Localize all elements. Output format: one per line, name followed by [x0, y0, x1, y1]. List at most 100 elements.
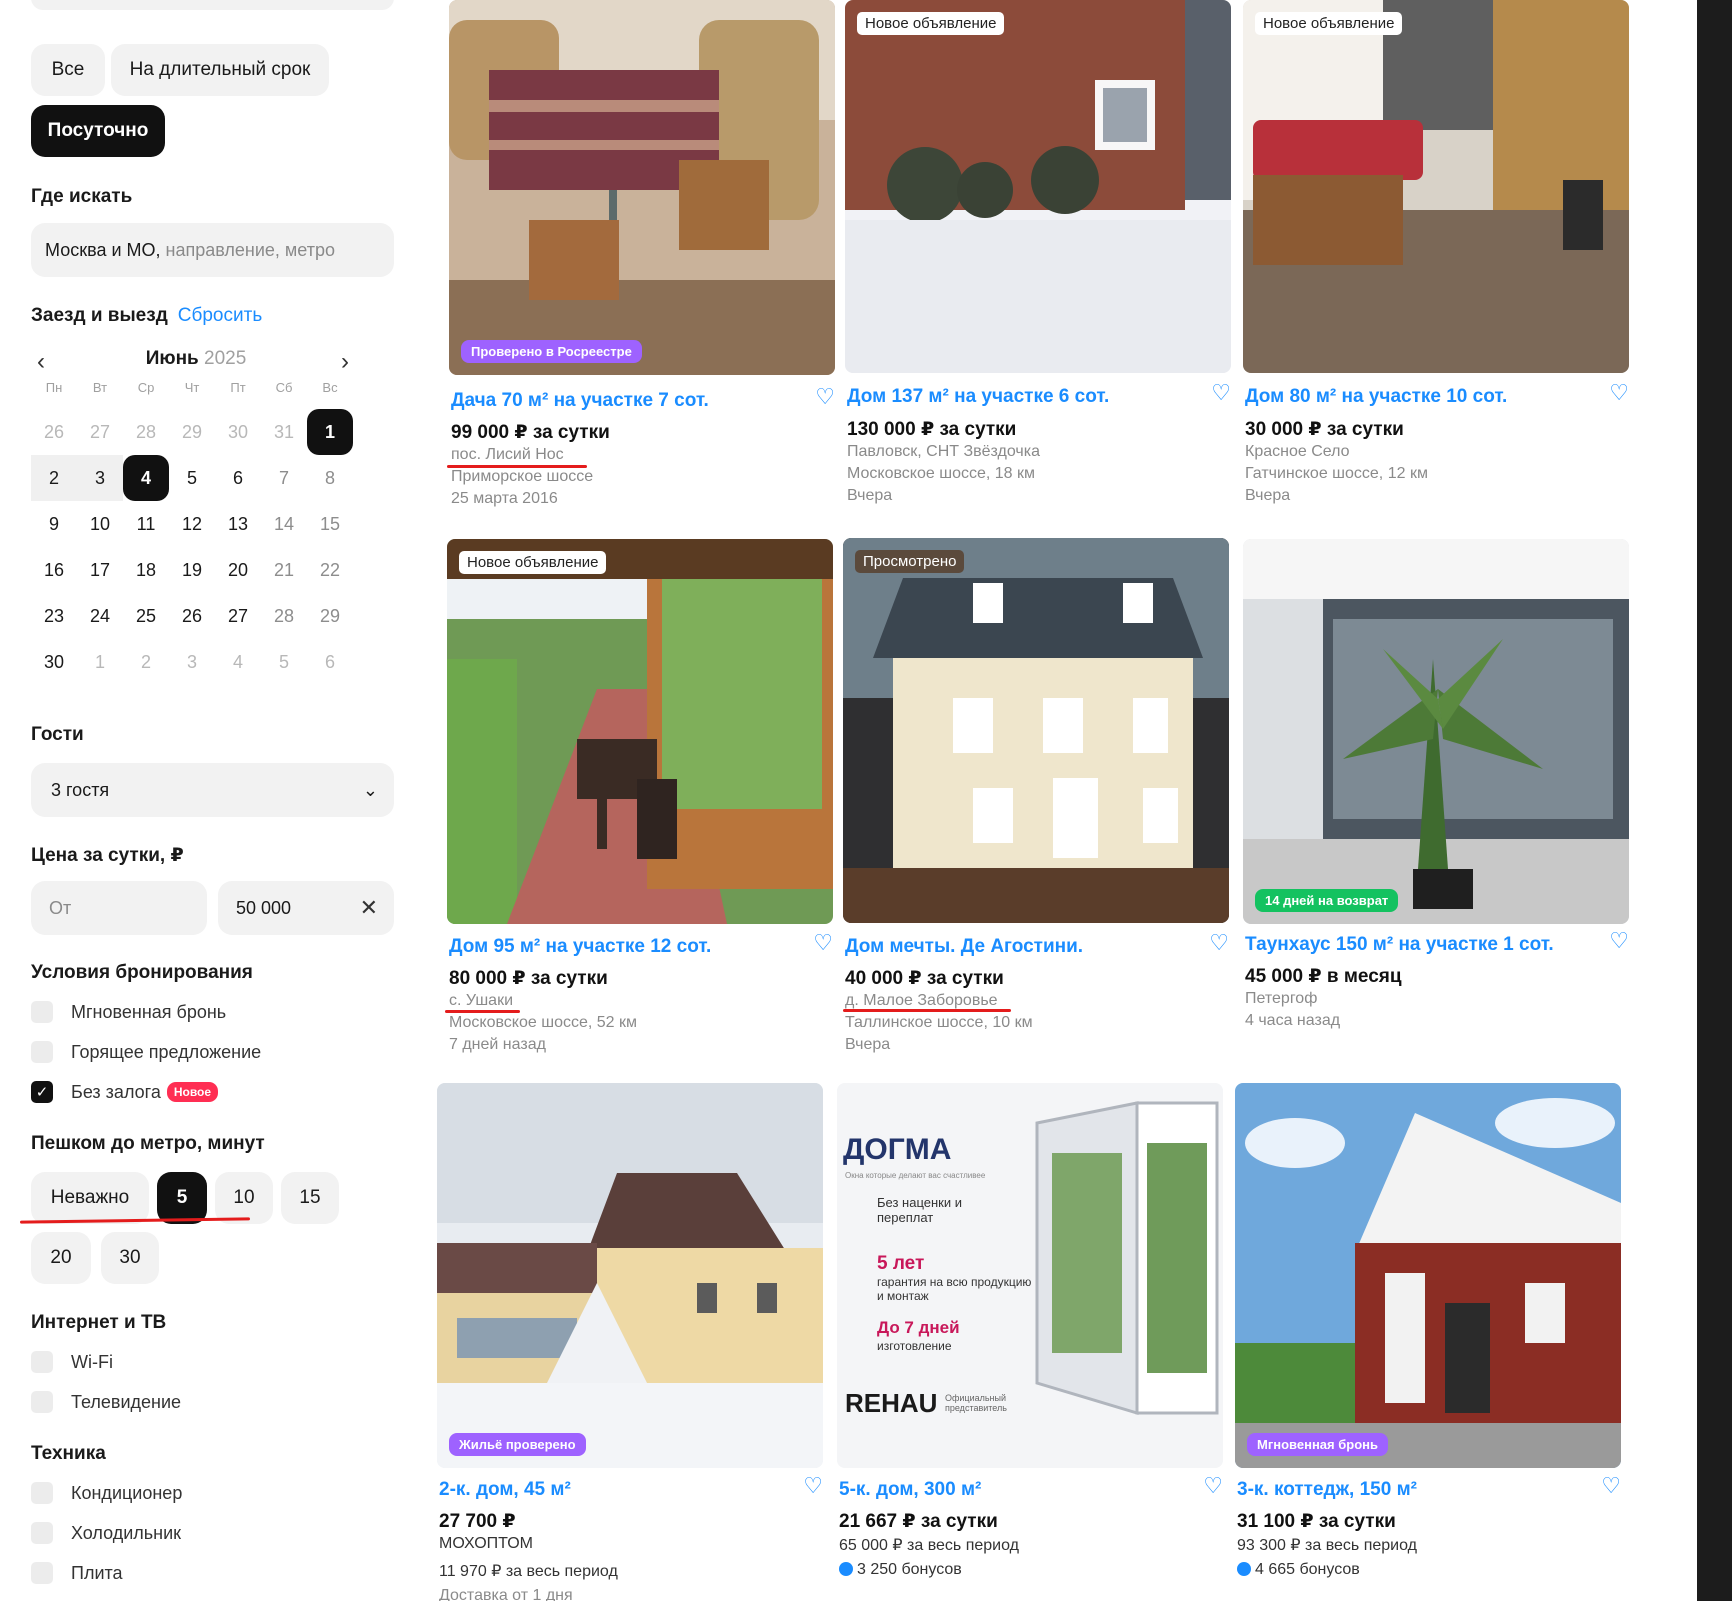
listing-photo[interactable]: Новое объявление [845, 0, 1231, 373]
calendar-day[interactable]: 5 [261, 639, 307, 685]
listing-title[interactable]: Дача 70 м² на участке 7 сот. [451, 390, 709, 412]
hot-offer-checkbox[interactable]: Горящее предложение [31, 1041, 261, 1063]
listing-photo[interactable]: 14 дней на возврат [1243, 539, 1629, 924]
checkbox-box[interactable] [31, 1041, 53, 1063]
calendar-day[interactable]: 1 [307, 409, 353, 455]
chevron-left-icon[interactable]: ‹ [37, 348, 45, 376]
calendar-day[interactable]: 16 [31, 547, 77, 593]
price-to-input[interactable]: 50 000 ✕ [218, 881, 394, 935]
heart-icon[interactable]: ♡ [1209, 930, 1229, 956]
stove-checkbox[interactable]: Плита [31, 1562, 123, 1584]
calendar-day[interactable]: 6 [215, 455, 261, 501]
calendar-day[interactable]: 24 [77, 593, 123, 639]
listing-title[interactable]: 3-к. коттедж, 150 м² [1237, 1479, 1417, 1501]
calendar-day[interactable]: 15 [307, 501, 353, 547]
calendar-day[interactable]: 8 [307, 455, 353, 501]
listing-title[interactable]: Дом 137 м² на участке 6 сот. [847, 386, 1109, 408]
metro-15-chip[interactable]: 15 [281, 1172, 339, 1224]
calendar-day[interactable]: 1 [77, 639, 123, 685]
checkbox-box[interactable] [31, 1562, 53, 1584]
wifi-checkbox[interactable]: Wi-Fi [31, 1351, 113, 1373]
calendar-day[interactable]: 4 [215, 639, 261, 685]
listing-title[interactable]: Дом 80 м² на участке 10 сот. [1245, 386, 1507, 408]
metro-30-chip[interactable]: 30 [101, 1232, 159, 1284]
listing-title[interactable]: Таунхаус 150 м² на участке 1 сот. [1245, 934, 1554, 956]
heart-icon[interactable]: ♡ [803, 1473, 823, 1499]
metro-any-chip[interactable]: Неважно [31, 1172, 149, 1224]
listing-title[interactable]: 2-к. дом, 45 м² [439, 1479, 571, 1501]
calendar-day[interactable]: 3 [77, 455, 123, 501]
checkbox-box[interactable] [31, 1391, 53, 1413]
reset-dates-link[interactable]: Сбросить [178, 305, 262, 326]
calendar-day[interactable]: 22 [307, 547, 353, 593]
calendar-day[interactable]: 27 [77, 409, 123, 455]
calendar-day[interactable]: 28 [123, 409, 169, 455]
calendar-day[interactable]: 10 [77, 501, 123, 547]
calendar-day[interactable]: 6 [307, 639, 353, 685]
rent-daily-chip[interactable]: Посуточно [31, 105, 165, 157]
calendar-day[interactable]: 7 [261, 455, 307, 501]
location-input[interactable]: Москва и МО, направление, метро [31, 223, 394, 277]
calendar-day[interactable]: 2 [123, 639, 169, 685]
heart-icon[interactable]: ♡ [1203, 1473, 1223, 1499]
metro-5-chip[interactable]: 5 [157, 1172, 207, 1224]
listing-photo[interactable]: Мгновенная бронь [1235, 1083, 1621, 1468]
listing-title[interactable]: 5-к. дом, 300 м² [839, 1479, 981, 1501]
calendar-day[interactable]: 14 [261, 501, 307, 547]
ac-checkbox[interactable]: Кондиционер [31, 1482, 182, 1504]
calendar-day[interactable]: 4 [123, 455, 169, 501]
listing-photo[interactable]: Новое объявление [447, 539, 833, 924]
calendar-day[interactable]: 26 [31, 409, 77, 455]
heart-icon[interactable]: ♡ [1609, 380, 1629, 406]
heart-icon[interactable]: ♡ [1211, 380, 1231, 406]
checkbox-box[interactable] [31, 1351, 53, 1373]
checkbox-box[interactable] [31, 1001, 53, 1023]
check-icon[interactable]: ✓ [31, 1081, 53, 1103]
listing-photo[interactable]: Жильё проверено [437, 1083, 823, 1468]
fridge-checkbox[interactable]: Холодильник [31, 1522, 181, 1544]
rent-all-chip[interactable]: Все [31, 44, 105, 96]
calendar-day[interactable]: 18 [123, 547, 169, 593]
calendar-day[interactable]: 25 [123, 593, 169, 639]
calendar-day[interactable]: 29 [169, 409, 215, 455]
calendar-day[interactable]: 30 [31, 639, 77, 685]
ad-banner[interactable]: ДОГМА Окна которые делают вас счастливее… [837, 1083, 1223, 1468]
calendar-day[interactable]: 27 [215, 593, 261, 639]
calendar-day[interactable]: 9 [31, 501, 77, 547]
checkbox-box[interactable] [31, 1482, 53, 1504]
heart-icon[interactable]: ♡ [813, 930, 833, 956]
calendar-day[interactable]: 29 [307, 593, 353, 639]
calendar-day[interactable]: 31 [261, 409, 307, 455]
listing-photo[interactable]: Просмотрено [843, 538, 1229, 923]
calendar-day[interactable]: 28 [261, 593, 307, 639]
metro-20-chip[interactable]: 20 [31, 1232, 91, 1284]
calendar-day[interactable]: 5 [169, 455, 215, 501]
metro-10-chip[interactable]: 10 [215, 1172, 273, 1224]
heart-icon[interactable]: ♡ [815, 384, 835, 410]
calendar-day[interactable]: 11 [123, 501, 169, 547]
clear-icon[interactable]: ✕ [360, 895, 378, 921]
calendar-day[interactable]: 21 [261, 547, 307, 593]
calendar-day[interactable]: 12 [169, 501, 215, 547]
rent-long-term-chip[interactable]: На длительный срок [111, 44, 329, 96]
calendar-day[interactable]: 19 [169, 547, 215, 593]
listing-title[interactable]: Дом 95 м² на участке 12 сот. [449, 936, 711, 958]
calendar-day[interactable]: 2 [31, 455, 77, 501]
calendar-day[interactable]: 23 [31, 593, 77, 639]
heart-icon[interactable]: ♡ [1601, 1473, 1621, 1499]
calendar-day[interactable]: 17 [77, 547, 123, 593]
listing-title[interactable]: Дом мечты. Де Агостини. [845, 936, 1083, 958]
listing-photo[interactable]: Новое объявление [1243, 0, 1629, 373]
calendar-day[interactable]: 30 [215, 409, 261, 455]
no-deposit-checkbox[interactable]: ✓ Без залога Новое [31, 1081, 219, 1103]
calendar-day[interactable]: 3 [169, 639, 215, 685]
calendar-day[interactable]: 13 [215, 501, 261, 547]
search-field-cutoff[interactable] [31, 0, 394, 10]
calendar-day[interactable]: 26 [169, 593, 215, 639]
checkbox-box[interactable] [31, 1522, 53, 1544]
heart-icon[interactable]: ♡ [1609, 928, 1629, 954]
listing-photo[interactable]: Проверено в Росреестре [449, 0, 835, 375]
tv-checkbox[interactable]: Телевидение [31, 1391, 181, 1413]
calendar-day[interactable]: 20 [215, 547, 261, 593]
price-from-input[interactable]: От [31, 881, 207, 935]
